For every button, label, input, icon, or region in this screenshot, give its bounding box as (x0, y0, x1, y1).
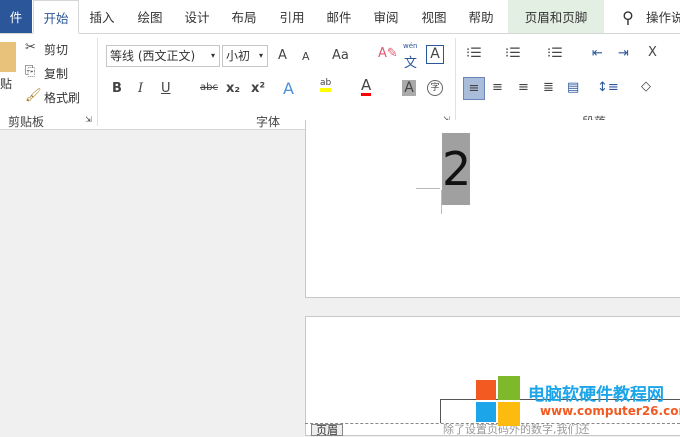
copy-icon: ⎘ (25, 64, 36, 79)
copy-button[interactable]: 复制 (44, 65, 68, 82)
text-effects-button[interactable]: A (283, 79, 294, 98)
logo-tile (476, 402, 496, 422)
tell-me-search[interactable]: 操作说 (646, 0, 680, 33)
tab-help[interactable]: 帮助 (461, 0, 501, 33)
change-case-button[interactable]: Aa (332, 48, 349, 63)
chinese-layout-icon[interactable]: Ⅹ (648, 45, 657, 60)
tab-design[interactable]: 设计 (177, 0, 217, 33)
tab-layout[interactable]: 布局 (224, 0, 264, 33)
logo-tile (476, 380, 496, 400)
underline-button[interactable]: U (161, 81, 171, 96)
increase-indent-icon[interactable]: ⇥ (618, 46, 629, 61)
font-name-select[interactable]: 等线 (西文正文) ▾ (106, 45, 220, 67)
font-size-value: 小初 (226, 49, 251, 63)
tab-review[interactable]: 审阅 (366, 0, 406, 33)
ribbon-tabs: 件 开始 插入 绘图 设计 布局 引用 邮件 审阅 视图 帮助 页眉和页脚 ⚲ … (0, 0, 680, 34)
tab-mailings[interactable]: 邮件 (319, 0, 359, 33)
tab-draw[interactable]: 绘图 (130, 0, 170, 33)
highlight-button[interactable]: ab (320, 78, 332, 92)
tab-header-footer[interactable]: 页眉和页脚 (508, 0, 604, 33)
dialog-launcher-icon[interactable]: ⇲ (85, 115, 92, 124)
tab-insert[interactable]: 插入 (82, 0, 122, 33)
tab-file[interactable]: 件 (0, 0, 32, 33)
crop-mark (440, 399, 441, 423)
group-label-font: 字体 (256, 115, 281, 129)
tab-references[interactable]: 引用 (272, 0, 312, 33)
superscript-button[interactable]: x² (251, 81, 265, 96)
tab-view[interactable]: 视图 (414, 0, 454, 33)
page-1 (305, 120, 680, 298)
character-border-button[interactable]: A (426, 45, 444, 64)
header-label-tab: 页眉 (311, 424, 343, 436)
font-color-button[interactable]: A (361, 78, 372, 96)
tab-home[interactable]: 开始 (33, 0, 79, 34)
distributed-button[interactable]: ▤ (567, 80, 579, 95)
paste-icon[interactable] (0, 42, 16, 72)
strikethrough-button[interactable]: abc (200, 82, 218, 93)
page-number-field[interactable]: 2 (442, 133, 471, 205)
shrink-font-icon[interactable]: A (302, 50, 310, 63)
multilevel-list-icon[interactable]: ⁝☰ (547, 46, 563, 61)
justify-button[interactable]: ≣ (543, 80, 554, 95)
bold-button[interactable]: B (112, 81, 122, 96)
phonetic-guide-button[interactable]: 文 (404, 52, 417, 71)
cut-button[interactable]: 剪切 (44, 41, 68, 58)
font-size-select[interactable]: 小初 ▾ (222, 45, 268, 67)
numbering-icon[interactable]: ⁝☰ (505, 46, 521, 61)
character-shading-button[interactable]: A (402, 80, 416, 96)
enclose-characters-button[interactable]: 字 (427, 80, 443, 96)
watermark-title: 电脑软硬件教程网 (528, 385, 664, 405)
align-center-button[interactable]: ≡ (492, 80, 503, 95)
grow-font-icon[interactable]: A (278, 48, 287, 63)
paste-button[interactable]: 贴 (0, 75, 12, 92)
italic-button[interactable]: I (138, 81, 143, 96)
format-painter-icon: 🖌 (25, 88, 42, 103)
line-spacing-icon[interactable]: ↕≡ (597, 80, 619, 95)
phonetic-guide-top: wén (403, 42, 418, 50)
crop-mark (416, 188, 440, 189)
format-painter-button[interactable]: 格式刷 (44, 89, 80, 106)
crop-mark (441, 190, 442, 214)
decrease-indent-icon[interactable]: ⇤ (592, 46, 603, 61)
logo-tile (498, 402, 520, 426)
watermark-url: www.computer26.com (540, 404, 680, 418)
shading-icon[interactable]: ◇ (641, 79, 651, 94)
subscript-button[interactable]: x₂ (226, 81, 240, 96)
group-label-clipboard: 剪贴板 (8, 115, 45, 129)
font-name-value: 等线 (西文正文) (110, 49, 196, 63)
bullets-icon[interactable]: ⁝☰ (466, 46, 482, 61)
align-left-button[interactable]: ≡ (463, 77, 485, 100)
scissors-icon: ✂ (25, 40, 36, 55)
clear-formatting-icon[interactable]: A✎ (378, 46, 398, 61)
lightbulb-icon: ⚲ (622, 8, 634, 27)
align-right-button[interactable]: ≡ (518, 80, 529, 95)
logo-tile (498, 376, 520, 400)
